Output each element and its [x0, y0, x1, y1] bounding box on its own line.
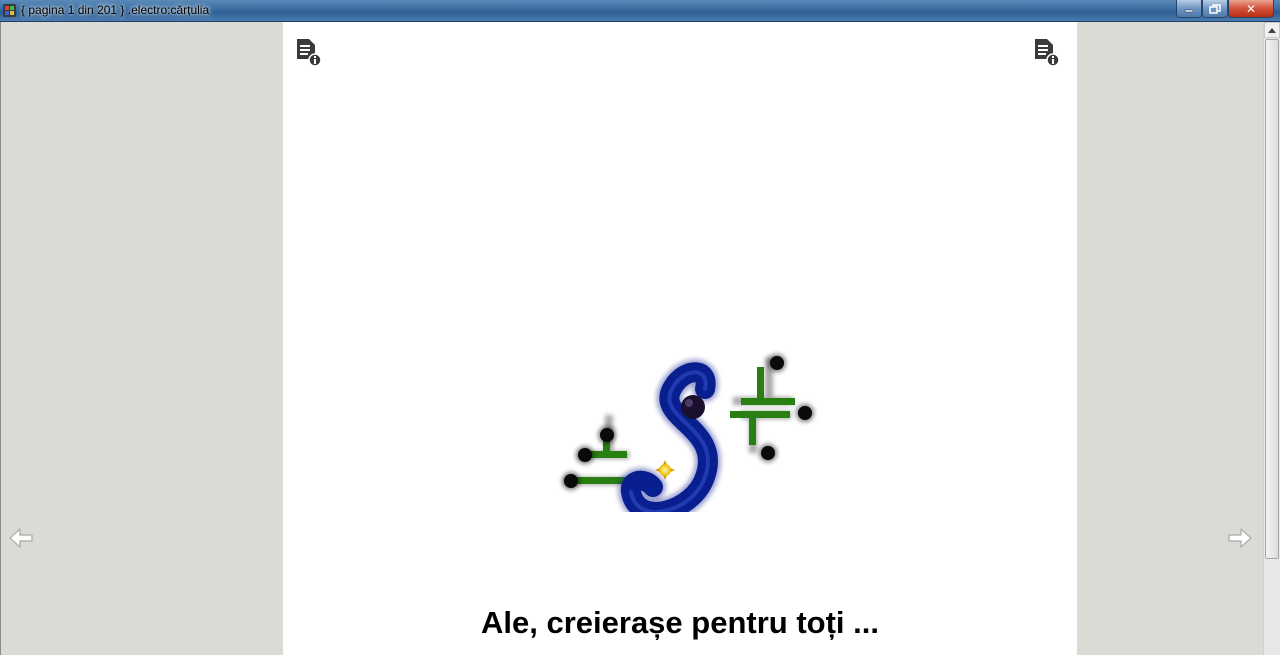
vertical-scrollbar[interactable]	[1263, 22, 1280, 655]
arrow-right-icon[interactable]	[1227, 526, 1253, 550]
title-bar: { pagina 1 din 201 } .electro:cărțulia ✕	[0, 0, 1280, 22]
restore-button[interactable]	[1202, 0, 1228, 18]
arrow-left-icon[interactable]	[8, 526, 34, 550]
close-icon: ✕	[1245, 1, 1257, 16]
scroll-thumb[interactable]	[1265, 39, 1279, 559]
document-info-icon[interactable]	[1033, 37, 1061, 67]
minimize-button[interactable]	[1176, 0, 1202, 18]
scroll-up-button[interactable]	[1264, 22, 1280, 38]
page-headline: Ale, creierașe pentru toți ...	[481, 605, 879, 640]
chevron-up-icon	[1268, 27, 1276, 33]
close-button[interactable]: ✕	[1228, 0, 1274, 18]
app-cube-icon[interactable]	[2, 3, 17, 18]
document-info-icon[interactable]	[295, 37, 323, 67]
window-title: { pagina 1 din 201 } .electro:cărțulia	[21, 3, 210, 17]
document-page: Ale, creierașe pentru toți ...	[283, 22, 1077, 655]
restore-icon	[1209, 3, 1221, 14]
electro-s-circuit-logo	[562, 354, 814, 512]
minimize-icon	[1184, 9, 1194, 12]
